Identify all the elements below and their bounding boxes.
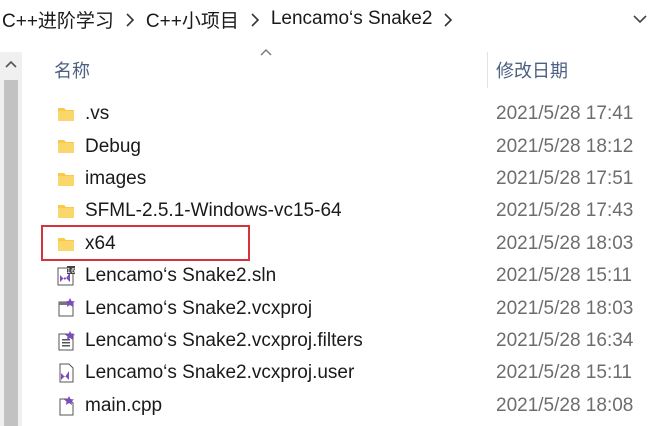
breadcrumb-item-cpp-projects[interactable]: C++小项目	[144, 6, 241, 33]
file-date: 2021/5/28 15:11	[496, 265, 632, 287]
file-name: Lencamo‘s Snake2.vcxproj.filters	[85, 329, 363, 351]
file-row-main-cpp[interactable]: main.cpp 2021/5/28 18:08	[22, 390, 671, 422]
breadcrumb-item-snake2[interactable]: Lencamo‘s Snake2	[269, 8, 435, 30]
file-row-x64[interactable]: x64 2021/5/28 18:03	[22, 228, 671, 260]
file-name: Debug	[85, 135, 141, 157]
column-divider[interactable]	[487, 52, 488, 88]
chevron-down-icon[interactable]	[631, 10, 649, 28]
file-row-sfml[interactable]: SFML-2.5.1-Windows-vc15-64 2021/5/28 17:…	[22, 195, 671, 227]
sln-file-icon: 16	[56, 265, 76, 286]
file-name: Lencamo‘s Snake2.sln	[85, 265, 277, 287]
chevron-right-icon[interactable]	[434, 11, 462, 28]
file-name: Lencamo‘s Snake2.vcxproj.user	[85, 362, 355, 384]
folder-icon	[56, 169, 76, 189]
file-name: Lencamo‘s Snake2.vcxproj	[85, 297, 313, 319]
file-date: 2021/5/28 16:34	[496, 329, 634, 351]
file-date: 2021/5/28 18:03	[496, 232, 634, 254]
file-name: SFML-2.5.1-Windows-vc15-64	[85, 200, 342, 222]
file-explorer-window: C++进阶学习 C++小项目 Lencamo‘s Snake2 名称 修改日期	[0, 0, 671, 426]
file-row-vcxproj-user[interactable]: Lencamo‘s Snake2.vcxproj.user 2021/5/28 …	[22, 357, 671, 389]
column-header-name[interactable]: 名称	[54, 58, 90, 84]
svg-text:16: 16	[67, 267, 76, 275]
scroll-up-arrow-icon[interactable]	[0, 52, 22, 76]
file-date: 2021/5/28 18:12	[496, 135, 634, 157]
folder-icon	[56, 201, 76, 221]
file-row-images[interactable]: images 2021/5/28 17:51	[22, 163, 671, 195]
file-date: 2021/5/28 18:08	[496, 394, 634, 416]
breadcrumb-item-cpp-advanced[interactable]: C++进阶学习	[0, 6, 116, 33]
scrollbar-thumb[interactable]	[4, 80, 18, 426]
file-name: .vs	[85, 103, 110, 125]
file-row-vs[interactable]: .vs 2021/5/28 17:41	[22, 98, 671, 130]
vcxproj-file-icon	[56, 298, 76, 318]
file-date: 2021/5/28 17:43	[496, 200, 634, 222]
column-header-date-modified[interactable]: 修改日期	[496, 58, 568, 84]
folder-icon	[56, 136, 76, 156]
user-file-icon	[56, 363, 76, 383]
file-name: main.cpp	[85, 394, 163, 416]
file-row-debug[interactable]: Debug 2021/5/28 18:12	[22, 130, 671, 162]
file-date: 2021/5/28 18:03	[496, 297, 634, 319]
file-date: 2021/5/28 15:11	[496, 362, 632, 384]
breadcrumb: C++进阶学习 C++小项目 Lencamo‘s Snake2	[0, 0, 671, 38]
file-row-vcxproj-filters[interactable]: Lencamo‘s Snake2.vcxproj.filters 2021/5/…	[22, 325, 671, 357]
file-name: x64	[85, 232, 116, 254]
file-name: images	[85, 167, 147, 189]
cpp-file-icon	[56, 395, 76, 416]
folder-icon	[56, 234, 76, 254]
file-date: 2021/5/28 17:41	[496, 103, 634, 125]
file-list: .vs 2021/5/28 17:41 Debug 2021/5/28 18:1…	[22, 98, 671, 422]
filters-file-icon	[56, 330, 76, 351]
file-row-sln[interactable]: 16 Lencamo‘s Snake2.sln 2021/5/28 15:11	[22, 260, 671, 292]
file-row-vcxproj[interactable]: Lencamo‘s Snake2.vcxproj 2021/5/28 18:03	[22, 292, 671, 324]
chevron-right-icon[interactable]	[116, 11, 144, 28]
vertical-scrollbar[interactable]	[0, 52, 22, 426]
file-date: 2021/5/28 17:51	[496, 167, 634, 189]
chevron-right-icon[interactable]	[241, 11, 269, 28]
folder-icon	[56, 104, 76, 124]
sort-ascending-icon	[259, 44, 273, 56]
